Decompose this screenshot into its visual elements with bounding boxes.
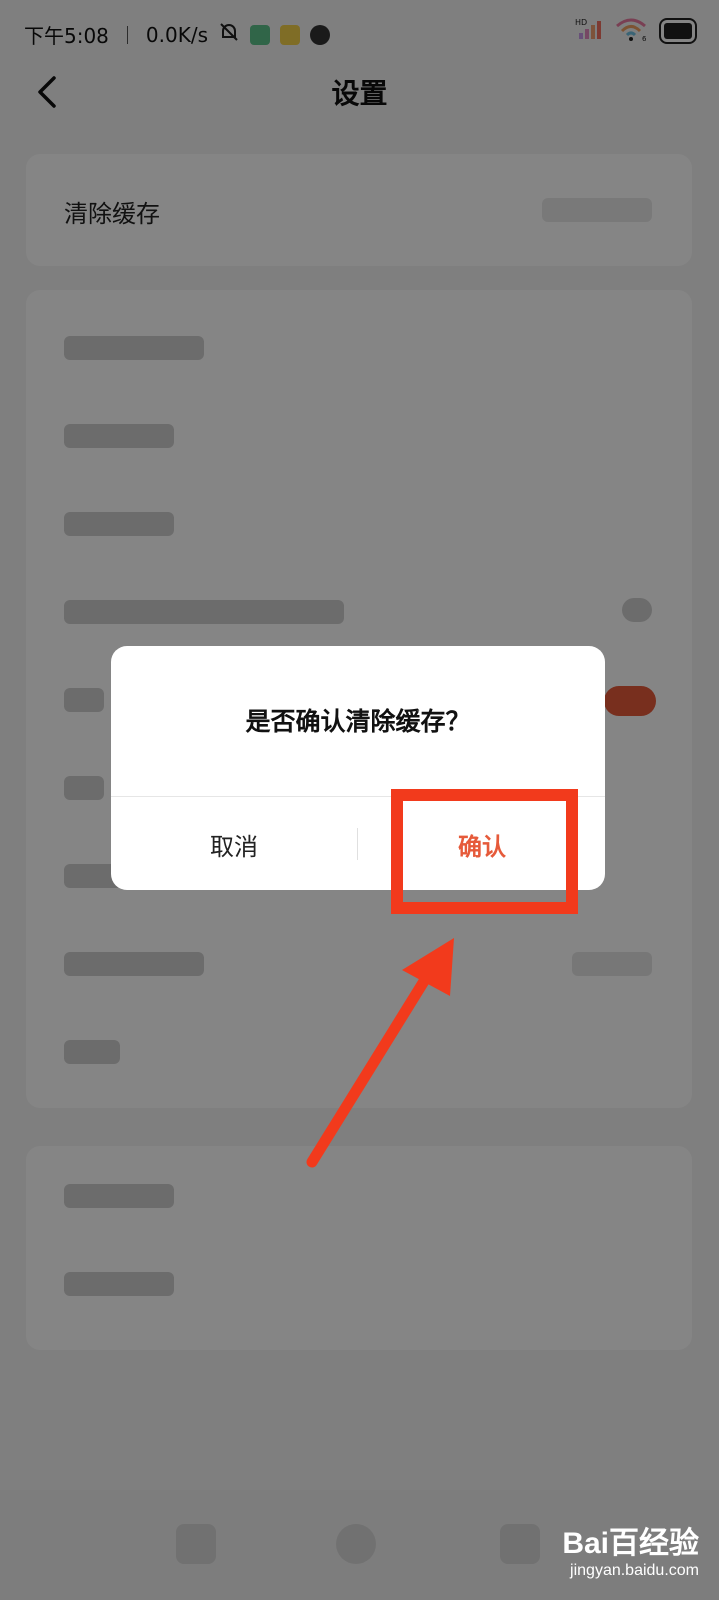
cancel-button[interactable]: 取消 [111, 798, 357, 890]
baidu-jingyan-watermark: Bai百经验 jingyan.baidu.com [562, 1518, 699, 1580]
dialog-button-divider [357, 828, 358, 860]
annotation-highlight-box [391, 789, 578, 914]
annotation-arrow-icon [306, 938, 454, 1168]
watermark-logo: Bai百经验 [562, 1527, 699, 1560]
dialog-message: 是否确认清除缓存？ [245, 707, 471, 736]
watermark-url: jingyan.baidu.com [570, 1562, 699, 1579]
